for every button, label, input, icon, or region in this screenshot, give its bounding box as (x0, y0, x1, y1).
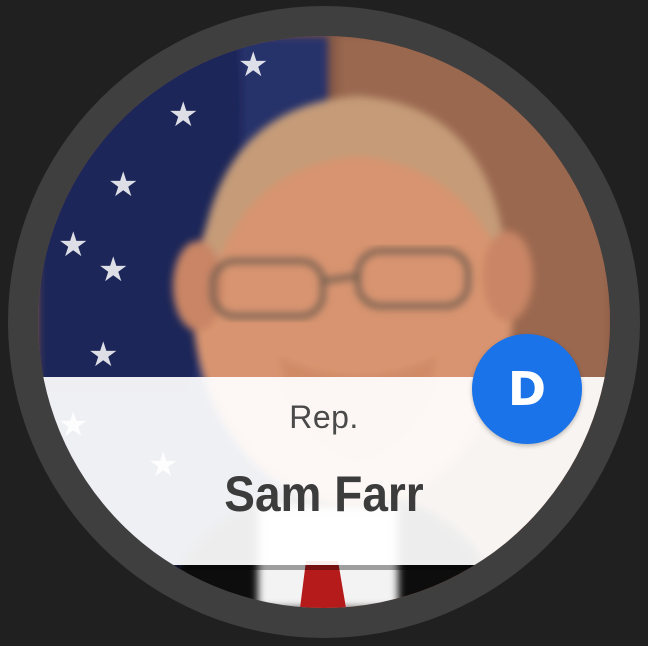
party-badge[interactable]: D (472, 334, 582, 444)
svg-text:★: ★ (108, 165, 138, 205)
svg-text:★: ★ (98, 250, 128, 290)
svg-text:★: ★ (58, 225, 88, 265)
card-divider (38, 565, 610, 570)
svg-text:★: ★ (238, 45, 268, 85)
representative-name: Sam Farr (224, 466, 424, 522)
watch-face[interactable]: ★ ★ ★ ★ ★ ★ ★ ★ Rep. Sam Farr (38, 36, 610, 608)
svg-text:★: ★ (168, 95, 198, 135)
svg-text:★: ★ (88, 335, 118, 375)
